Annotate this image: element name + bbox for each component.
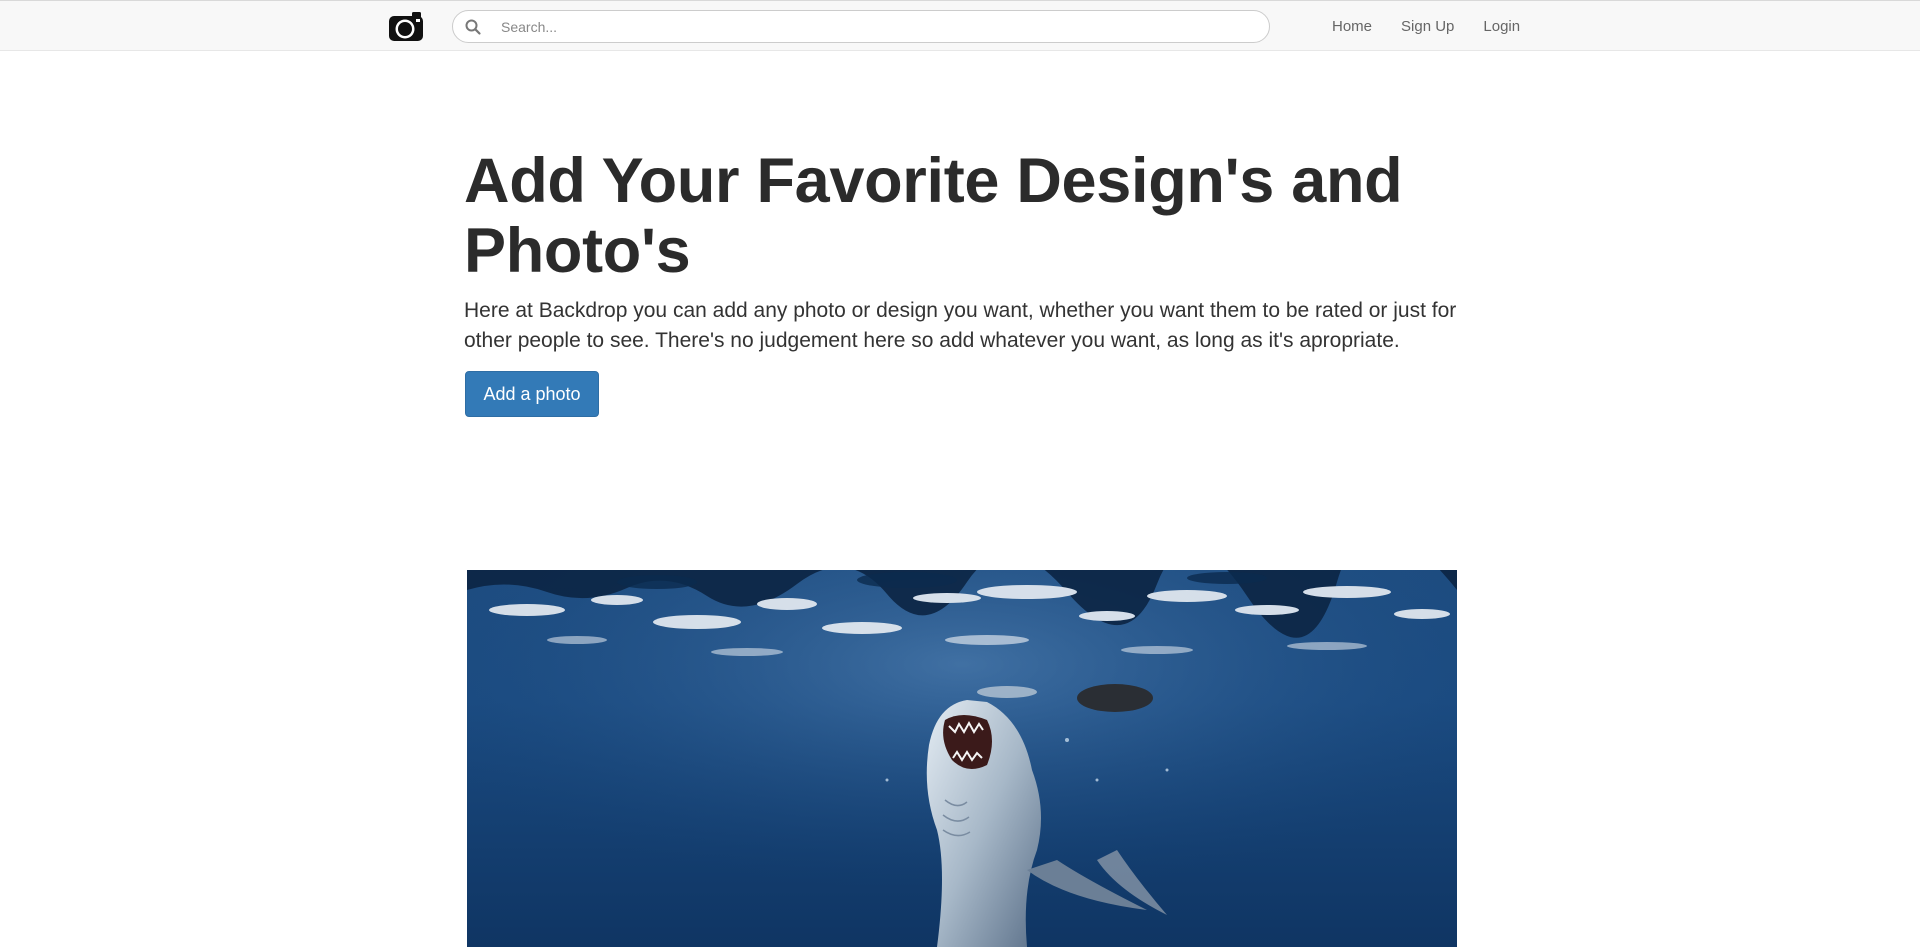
navbar: Home Sign Up Login [0, 0, 1920, 51]
hero: Add Your Favorite Design's and Photo's H… [464, 146, 1474, 356]
featured-photo [467, 570, 1457, 947]
nav-link-home[interactable]: Home [1332, 18, 1372, 35]
search-icon [464, 18, 482, 36]
page: Home Sign Up Login Add Your Favorite Des… [0, 0, 1920, 947]
page-title: Add Your Favorite Design's and Photo's [464, 146, 1403, 286]
search-input[interactable] [501, 11, 1251, 42]
nav-link-login[interactable]: Login [1483, 18, 1520, 35]
nav-links: Home Sign Up Login [1332, 1, 1549, 52]
camera-icon[interactable] [388, 10, 424, 42]
search-bar[interactable] [452, 10, 1270, 43]
hero-description: Here at Backdrop you can add any photo o… [464, 299, 1457, 352]
nav-link-sign-up[interactable]: Sign Up [1401, 18, 1454, 35]
add-photo-button[interactable]: Add a photo [465, 371, 599, 417]
